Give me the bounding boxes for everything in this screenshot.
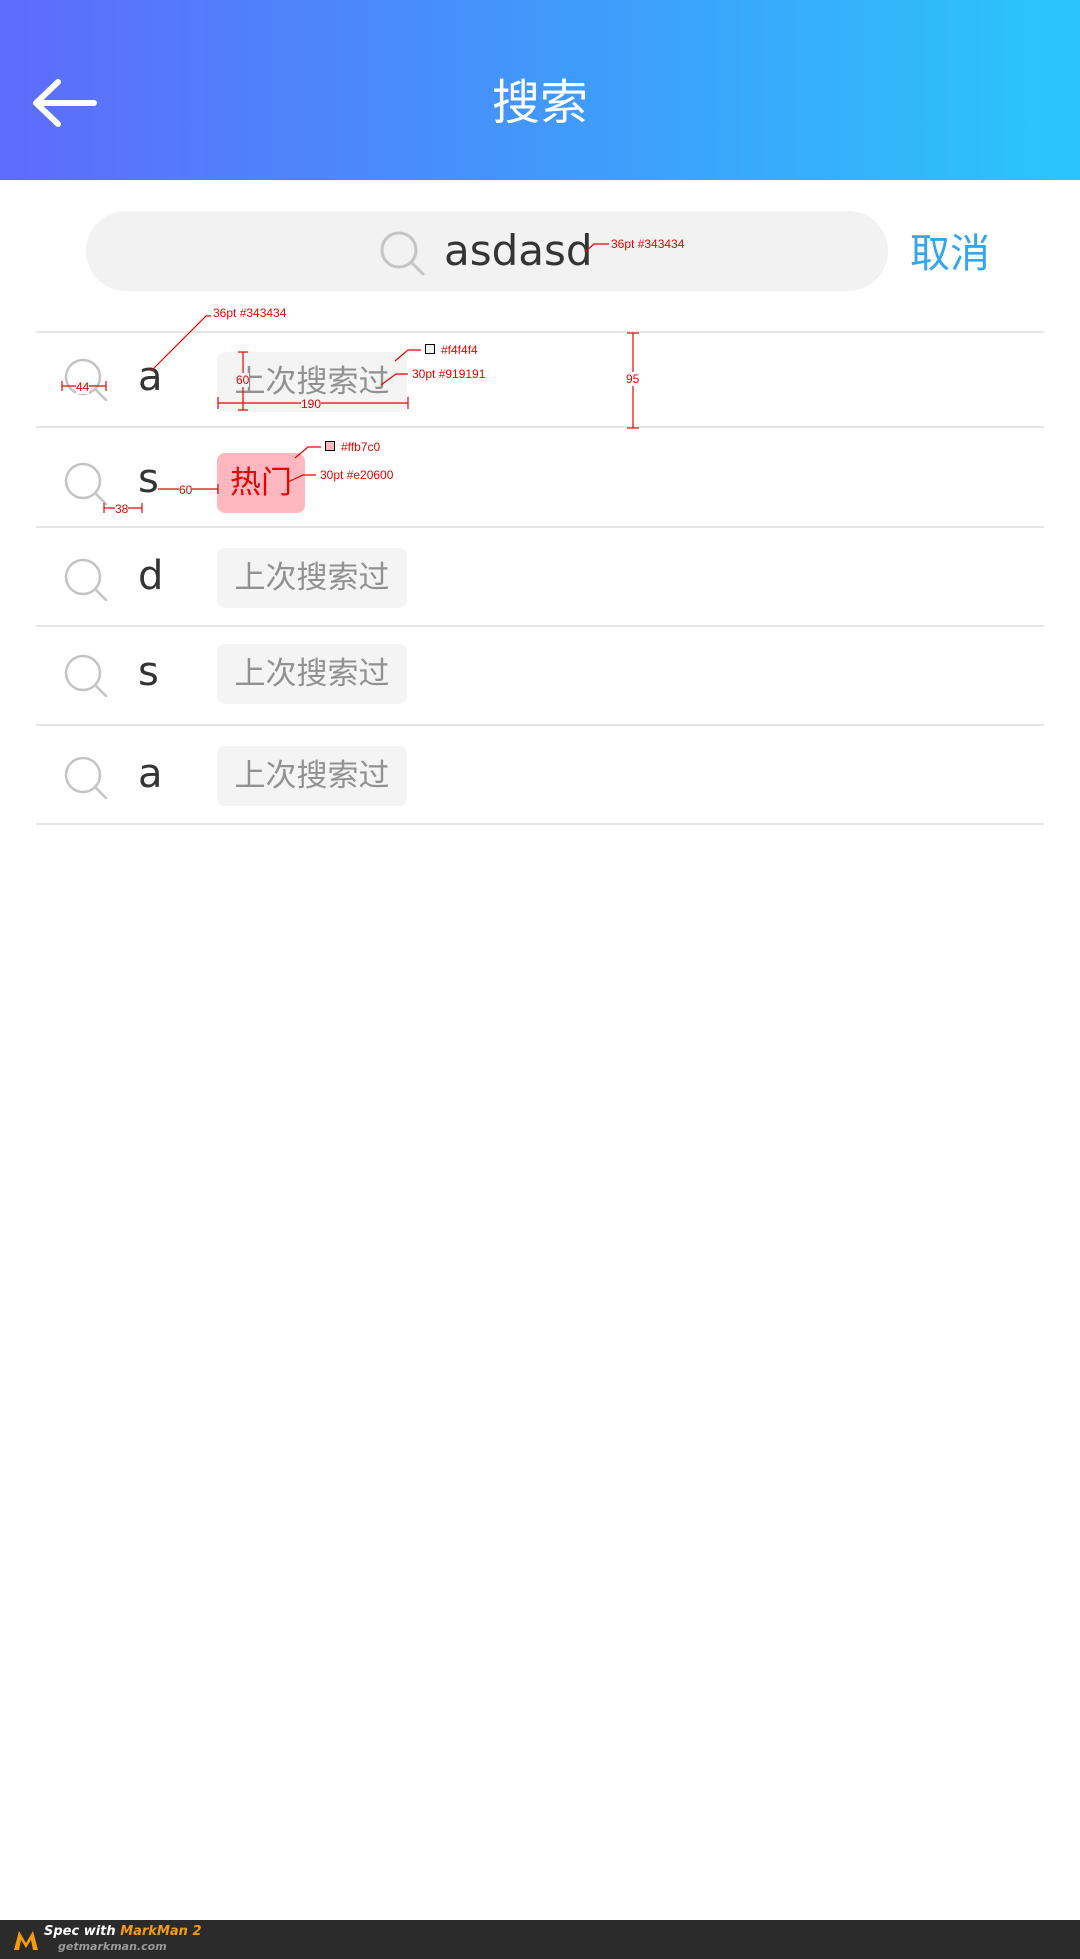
history-tag: 上次搜索过 bbox=[217, 644, 407, 704]
history-text: a bbox=[138, 354, 163, 400]
list-item[interactable]: a 上次搜索过 bbox=[36, 724, 1044, 825]
search-icon bbox=[64, 462, 108, 506]
search-icon bbox=[380, 231, 425, 276]
footer-title: Spec with MarkMan 2 bbox=[44, 1924, 202, 1939]
spec-label: #f4f4f4 bbox=[441, 343, 478, 357]
list-item[interactable]: d 上次搜索过 bbox=[36, 526, 1044, 625]
spec-label: 30pt #919191 bbox=[412, 367, 486, 381]
spec-label: 44 bbox=[76, 380, 90, 394]
search-icon bbox=[64, 654, 108, 698]
history-tag: 上次搜索过 bbox=[217, 548, 407, 608]
list-item[interactable]: a 上次搜索过 bbox=[36, 331, 1044, 426]
spec-label: 30pt #e20600 bbox=[320, 468, 394, 482]
hot-tag: 热门 bbox=[217, 453, 305, 513]
spec-label: 190 bbox=[301, 397, 322, 411]
color-swatch bbox=[425, 344, 435, 354]
page-title: 搜索 bbox=[491, 75, 588, 131]
history-text: s bbox=[138, 649, 159, 695]
spec-label: 38 bbox=[115, 502, 129, 516]
history-text: a bbox=[138, 751, 163, 797]
search-icon bbox=[64, 558, 108, 602]
spec-label: 36pt #343434 bbox=[611, 237, 685, 251]
footer-url: getmarkman.com bbox=[58, 1940, 167, 1953]
spec-label: 60 bbox=[179, 483, 193, 497]
spec-label: 60 bbox=[236, 373, 250, 387]
search-input[interactable]: asdasd bbox=[86, 211, 888, 291]
markman-logo-icon bbox=[14, 1931, 38, 1950]
markman-footer: Spec with MarkMan 2 getmarkman.com bbox=[0, 1920, 1080, 1959]
header: 搜索 bbox=[0, 0, 1080, 180]
search-query[interactable]: asdasd bbox=[444, 221, 593, 281]
color-swatch bbox=[325, 441, 335, 451]
search-history-list: a 上次搜索过 s 热门 d 上次搜索过 s 上次搜索过 a 上次搜索过 bbox=[36, 331, 1044, 825]
history-text: d bbox=[138, 553, 164, 599]
search-icon bbox=[64, 756, 108, 800]
history-text: s bbox=[138, 456, 159, 502]
spec-label: #ffb7c0 bbox=[341, 440, 381, 454]
history-tag: 上次搜索过 bbox=[217, 746, 407, 806]
list-item[interactable]: s 上次搜索过 bbox=[36, 625, 1044, 724]
spec-label: 95 bbox=[626, 372, 640, 386]
spec-label: 36pt #343434 bbox=[213, 306, 287, 320]
cancel-button[interactable]: 取消 bbox=[910, 226, 990, 282]
list-item[interactable]: s 热门 bbox=[36, 426, 1044, 526]
